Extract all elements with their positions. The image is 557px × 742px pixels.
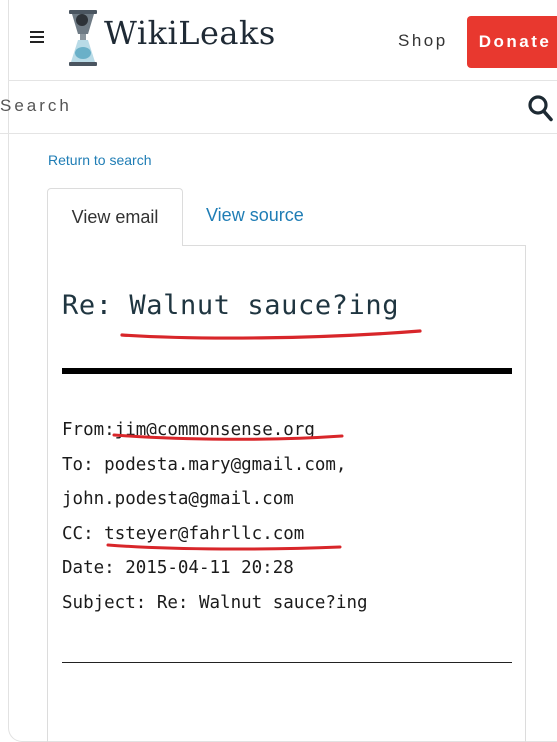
email-title: Re: Walnut sauce?ing xyxy=(62,290,400,321)
header-divider xyxy=(8,80,557,81)
search-input[interactable] xyxy=(0,88,520,124)
cc-value: tsteyer@fahrllc.com xyxy=(104,523,305,544)
search-icon[interactable] xyxy=(527,94,553,122)
tab-view-email[interactable]: View email xyxy=(47,188,183,246)
cc-line: CC: tsteyer@fahrllc.com xyxy=(62,517,368,552)
subject-line: Subject: Re: Walnut sauce?ing xyxy=(62,592,368,613)
search-divider xyxy=(0,133,557,134)
wikileaks-hourglass-logo[interactable] xyxy=(66,8,100,68)
email-headers: From:jim@commonsense.org To: podesta.mar… xyxy=(62,413,368,620)
from-value: jim@commonsense.org xyxy=(114,420,315,440)
headers-rule xyxy=(62,662,512,663)
from-label: From: xyxy=(62,420,115,440)
cc-label: CC: xyxy=(62,523,105,544)
date-line: Date: 2015-04-11 20:28 xyxy=(62,558,294,578)
site-header: WikiLeaks Shop Donate xyxy=(0,0,557,80)
from-line: From:jim@commonsense.org xyxy=(62,413,368,448)
title-rule xyxy=(62,368,512,374)
to-line-2: john.podesta@gmail.com xyxy=(62,489,294,509)
return-to-search-link[interactable]: Return to search xyxy=(48,152,152,168)
tab-view-source[interactable]: View source xyxy=(206,205,304,226)
hamburger-menu-icon[interactable] xyxy=(30,31,44,43)
to-line-1: To: podesta.mary@gmail.com, xyxy=(62,454,347,475)
shop-link[interactable]: Shop xyxy=(398,31,448,51)
donate-button[interactable]: Donate xyxy=(467,16,557,68)
site-title[interactable]: WikiLeaks xyxy=(104,14,276,52)
